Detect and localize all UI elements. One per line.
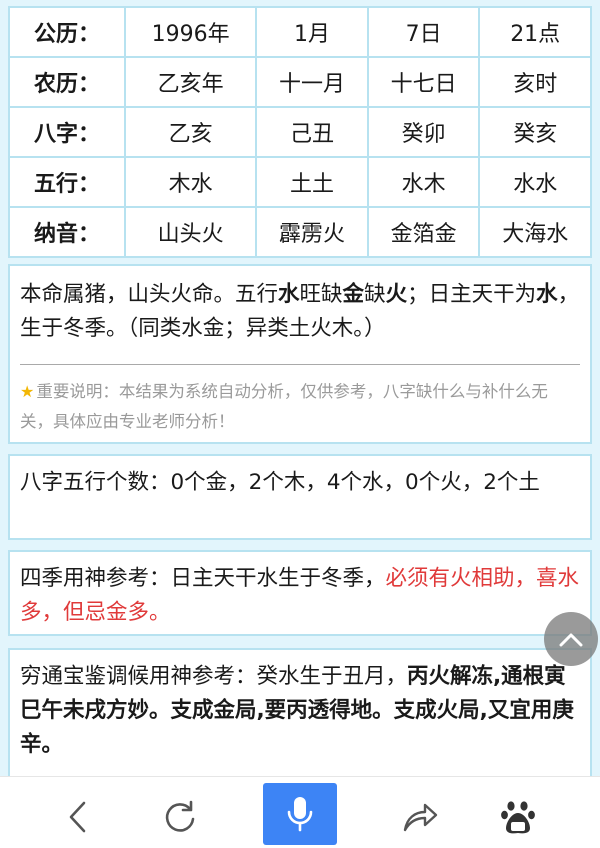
note-text: 重要说明：本结果为系统自动分析，仅供参考，八字缺什么与补什么无关，具体应由专业老…	[20, 382, 548, 431]
row-label: 农历：	[8, 56, 126, 108]
table-cell: 癸卯	[366, 106, 481, 158]
table-cell: 十一月	[255, 56, 369, 108]
table-cell: 7日	[366, 6, 481, 58]
table-row: 公历： 1996年 1月 7日 21点	[8, 6, 592, 58]
microphone-icon	[287, 797, 313, 832]
baidu-button[interactable]	[482, 787, 554, 847]
summary-segment: 缺	[364, 282, 386, 307]
summary-segment: 金	[342, 282, 365, 307]
divider	[20, 364, 580, 365]
star-icon: ★	[20, 382, 35, 401]
table-cell: 乙亥年	[123, 56, 258, 108]
summary-segment: ；日主天干	[407, 282, 515, 307]
chevron-up-icon	[559, 633, 583, 647]
voice-search-button[interactable]	[263, 783, 337, 845]
bazi-table: 公历： 1996年 1月 7日 21点 农历： 乙亥年 十一月 十七日 亥时 八字： 乙亥 己丑 癸卯 癸亥…	[8, 6, 592, 258]
refresh-icon	[165, 800, 195, 832]
table-cell: 1月	[255, 6, 369, 58]
table-cell: 乙亥	[123, 106, 258, 158]
summary-segment: 本命属猪，山头火命。五行	[20, 282, 279, 307]
table-cell: 癸亥	[478, 106, 592, 158]
summary-card: 本命属猪，山头火命。五行水旺缺金缺火；日主天干为水，生于冬季。（同类水金；异类土…	[8, 264, 592, 444]
table-cell: 亥时	[478, 56, 592, 108]
table-cell: 21点	[478, 6, 592, 58]
content-area: 公历： 1996年 1月 7日 21点 农历： 乙亥年 十一月 十七日 亥时 八字： 乙亥 己丑 癸卯 癸亥…	[0, 0, 600, 776]
back-arrow-icon	[69, 801, 86, 833]
refresh-button[interactable]	[144, 787, 216, 847]
table-cell: 霹雳火	[255, 206, 369, 258]
row-label: 五行：	[8, 156, 126, 208]
table-row: 五行： 木水 土土 水木 水水	[8, 156, 592, 208]
share-button[interactable]	[384, 787, 456, 847]
summary-segment: 为	[514, 282, 537, 307]
table-cell: 1996年	[123, 6, 258, 58]
back-button[interactable]	[42, 787, 114, 847]
table-cell: 十七日	[366, 56, 481, 108]
season-text: 四季用神参考：日主天干水生于冬季，	[20, 566, 386, 591]
table-cell: 木水	[123, 156, 258, 208]
qiongtong-card: 穷通宝鉴调候用神参考：癸水生于丑月，丙火解冻,通根寅巳午未戌方妙。支成金局,要丙…	[8, 648, 592, 776]
summary-segment: 火	[385, 282, 408, 307]
season-card: 四季用神参考：日主天干水生于冬季，必须有火相助，喜水多，但忌金多。	[8, 550, 592, 636]
table-cell: 金箔金	[366, 206, 481, 258]
table-cell: 土土	[255, 156, 369, 208]
share-icon	[403, 803, 438, 832]
summary-segment: 旺缺	[299, 282, 343, 307]
important-note: ★ 重要说明：本结果为系统自动分析，仅供参考，八字缺什么与补什么无关，具体应由专业…	[20, 377, 580, 437]
qiongtong-text: 穷通宝鉴调候用神参考：癸水生于丑月，	[20, 664, 408, 689]
table-row: 农历： 乙亥年 十一月 十七日 亥时	[8, 56, 592, 108]
wuxing-count-text: 八字五行个数：0个金，2个木，4个水，0个火，2个土	[20, 470, 540, 495]
summary-segment: 水	[278, 282, 300, 307]
wuxing-count-card: 八字五行个数：0个金，2个木，4个水，0个火，2个土	[8, 454, 592, 540]
table-cell: 己丑	[255, 106, 369, 158]
summary-text: 本命属猪，山头火命。五行水旺缺金缺火；日主天干为水，生于冬季。（同类水金；异类土…	[20, 278, 580, 346]
row-label: 公历：	[8, 6, 126, 58]
table-row: 纳音： 山头火 霹雳火 金箔金 大海水	[8, 206, 592, 258]
table-row: 八字： 乙亥 己丑 癸卯 癸亥	[8, 106, 592, 158]
scroll-top-button[interactable]	[544, 612, 598, 666]
table-cell: 水水	[478, 156, 592, 208]
baidu-paw-icon	[501, 801, 535, 834]
table-cell: 山头火	[123, 206, 258, 258]
table-cell: 大海水	[478, 206, 592, 258]
row-label: 纳音：	[8, 206, 126, 258]
row-label: 八字：	[8, 106, 126, 158]
table-cell: 水木	[366, 156, 481, 208]
bottom-toolbar	[0, 776, 600, 848]
summary-segment: 水	[536, 282, 558, 307]
